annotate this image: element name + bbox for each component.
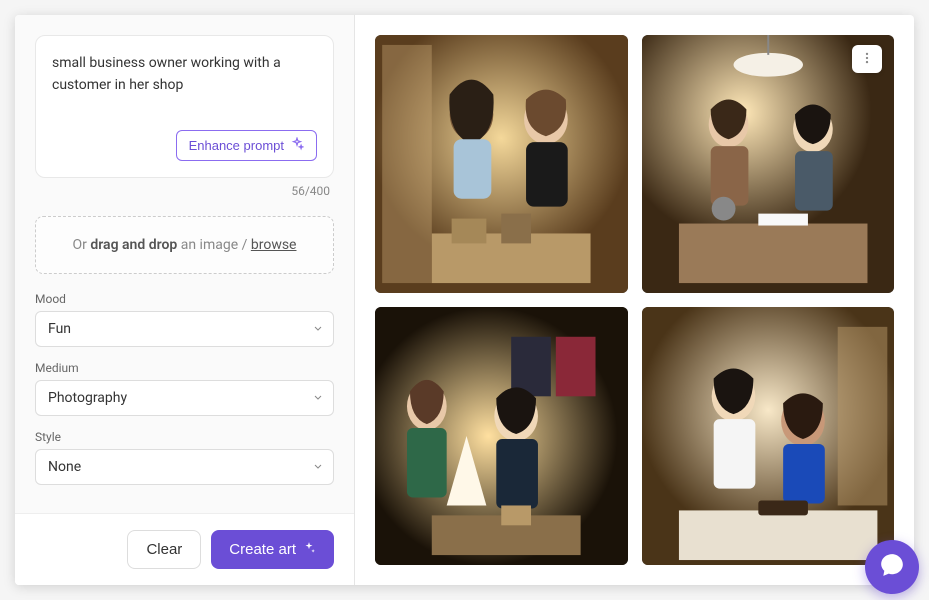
sparkle-icon (302, 541, 316, 559)
medium-select[interactable]: Photography (35, 380, 334, 416)
generated-image-3[interactable] (375, 307, 628, 565)
chat-button[interactable] (865, 540, 919, 594)
style-select[interactable]: None (35, 449, 334, 485)
browse-link[interactable]: browse (251, 237, 297, 253)
generated-image-2[interactable] (642, 35, 895, 293)
create-art-button[interactable]: Create art (211, 530, 334, 569)
style-field: Style None (35, 430, 334, 485)
enhance-prompt-button[interactable]: Enhance prompt (176, 130, 317, 161)
dropzone-mid: an image / (177, 237, 251, 253)
sidebar-content: Enhance prompt 56/400 Or drag and drop a… (15, 15, 354, 513)
sparkle-icon (290, 137, 304, 154)
results-panel (355, 15, 914, 585)
medium-label: Medium (35, 361, 334, 375)
prompt-input[interactable] (52, 52, 317, 100)
dropzone-strong: drag and drop (90, 237, 177, 253)
generated-image-4[interactable] (642, 307, 895, 565)
style-value: None (35, 449, 334, 485)
enhance-row: Enhance prompt (52, 130, 317, 161)
mood-label: Mood (35, 292, 334, 306)
action-bar: Clear Create art (15, 513, 354, 585)
clear-button[interactable]: Clear (127, 530, 201, 569)
image-options-button[interactable] (852, 45, 882, 73)
create-label: Create art (229, 541, 296, 558)
prompt-card: Enhance prompt (35, 35, 334, 178)
medium-value: Photography (35, 380, 334, 416)
mood-field: Mood Fun (35, 292, 334, 347)
chat-icon (879, 552, 905, 582)
image-dropzone[interactable]: Or drag and drop an image / browse (35, 216, 334, 274)
char-counter: 56/400 (35, 184, 330, 198)
medium-field: Medium Photography (35, 361, 334, 416)
style-label: Style (35, 430, 334, 444)
sidebar: Enhance prompt 56/400 Or drag and drop a… (15, 15, 355, 585)
image-grid (375, 35, 894, 565)
kebab-icon (860, 50, 874, 69)
app-window: Enhance prompt 56/400 Or drag and drop a… (15, 15, 914, 585)
mood-value: Fun (35, 311, 334, 347)
enhance-label: Enhance prompt (189, 138, 284, 153)
dropzone-prefix: Or (73, 237, 91, 253)
generated-image-1[interactable] (375, 35, 628, 293)
mood-select[interactable]: Fun (35, 311, 334, 347)
